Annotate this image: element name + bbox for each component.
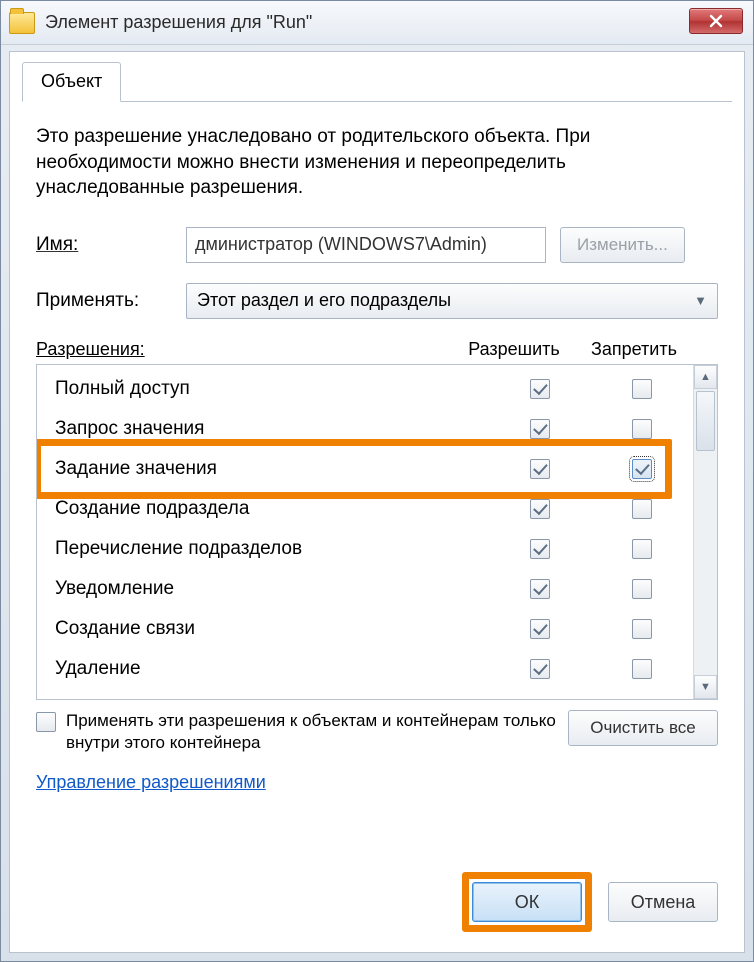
scroll-down-arrow-icon[interactable]: ▼ xyxy=(694,675,717,699)
name-label: Имя: xyxy=(36,234,186,256)
permission-name: Удаление xyxy=(55,658,489,680)
apply-to-row: Применять: Этот раздел и его подразделы … xyxy=(36,283,718,319)
change-principal-button[interactable]: Изменить... xyxy=(560,227,685,263)
tab-object[interactable]: Объект xyxy=(22,62,121,102)
clear-all-button[interactable]: Очистить все xyxy=(568,710,718,746)
permission-row: Создание связи xyxy=(37,609,693,649)
tab-separator xyxy=(22,101,732,102)
folder-icon xyxy=(9,12,35,34)
principal-name-field: дминистратор (WINDOWS7\Admin) xyxy=(186,227,546,263)
ok-button[interactable]: ОК xyxy=(472,882,582,922)
permissions-header-allow: Разрешить xyxy=(454,339,574,360)
client-area: Объект Это разрешение унаследовано от ро… xyxy=(9,51,745,953)
apply-only-wrap: Применять эти разрешения к объектам и ко… xyxy=(36,710,568,754)
deny-checkbox[interactable] xyxy=(632,459,652,479)
ok-highlight-box: ОК xyxy=(462,872,592,932)
deny-checkbox[interactable] xyxy=(632,539,652,559)
window-title: Элемент разрешения для "Run" xyxy=(45,12,312,33)
permission-row: Уведомление xyxy=(37,569,693,609)
deny-checkbox[interactable] xyxy=(632,579,652,599)
permission-name: Уведомление xyxy=(55,578,489,600)
permission-name: Запрос значения xyxy=(55,418,489,440)
permission-name: Перечисление подразделов xyxy=(55,538,489,560)
titlebar: Элемент разрешения для "Run" xyxy=(1,1,753,45)
allow-checkbox[interactable] xyxy=(530,419,550,439)
permission-name: Создание подраздела xyxy=(55,498,489,520)
allow-checkbox[interactable] xyxy=(530,499,550,519)
description-text: Это разрешение унаследовано от родительс… xyxy=(36,124,718,201)
below-permissions-row: Применять эти разрешения к объектам и ко… xyxy=(36,710,718,754)
apply-only-label: Применять эти разрешения к объектам и ко… xyxy=(66,710,568,754)
scrollbar[interactable]: ▲ ▼ xyxy=(693,365,717,699)
tab-content: Это разрешение унаследовано от родительс… xyxy=(10,102,744,807)
allow-checkbox[interactable] xyxy=(530,539,550,559)
name-row: Имя: дминистратор (WINDOWS7\Admin) Измен… xyxy=(36,227,718,263)
permissions-header: Разрешения: Разрешить Запретить xyxy=(36,339,718,360)
permission-row: Задание значения xyxy=(37,449,693,489)
allow-checkbox[interactable] xyxy=(530,579,550,599)
close-icon xyxy=(709,14,723,28)
scroll-up-arrow-icon[interactable]: ▲ xyxy=(694,365,717,389)
scroll-thumb[interactable] xyxy=(696,391,715,451)
deny-checkbox[interactable] xyxy=(632,499,652,519)
permission-name: Задание значения xyxy=(55,458,489,480)
allow-checkbox[interactable] xyxy=(530,459,550,479)
apply-to-label: Применять: xyxy=(36,290,186,312)
cancel-button[interactable]: Отмена xyxy=(608,882,718,922)
allow-checkbox[interactable] xyxy=(530,379,550,399)
permission-row: Перечисление подразделов xyxy=(37,529,693,569)
tabstrip: Объект xyxy=(22,62,732,102)
deny-checkbox[interactable] xyxy=(632,659,652,679)
permission-name: Полный доступ xyxy=(55,378,489,400)
apply-to-combo[interactable]: Этот раздел и его подразделы ▼ xyxy=(186,283,718,319)
allow-checkbox[interactable] xyxy=(530,659,550,679)
allow-checkbox[interactable] xyxy=(530,619,550,639)
permissions-list: Полный доступ Запрос значения Задание знач… xyxy=(37,365,693,699)
permissions-header-deny: Запретить xyxy=(574,339,694,360)
permissions-listbox: Полный доступ Запрос значения Задание знач… xyxy=(36,364,718,700)
permission-row: Создание подраздела xyxy=(37,489,693,529)
permission-name: Создание связи xyxy=(55,618,489,640)
permissions-header-name: Разрешения: xyxy=(36,339,454,360)
apply-only-checkbox[interactable] xyxy=(36,712,56,732)
deny-checkbox[interactable] xyxy=(632,619,652,639)
permission-entry-dialog: Элемент разрешения для "Run" Объект Это … xyxy=(0,0,754,962)
permission-row: Полный доступ xyxy=(37,369,693,409)
deny-checkbox[interactable] xyxy=(632,419,652,439)
permission-row: Запрос значения xyxy=(37,409,693,449)
dialog-footer: ОК Отмена xyxy=(462,872,718,932)
close-button[interactable] xyxy=(689,8,743,34)
chevron-down-icon: ▼ xyxy=(694,293,707,308)
permission-row: Удаление xyxy=(37,649,693,689)
deny-checkbox[interactable] xyxy=(632,379,652,399)
manage-permissions-link[interactable]: Управление разрешениями xyxy=(36,772,266,793)
